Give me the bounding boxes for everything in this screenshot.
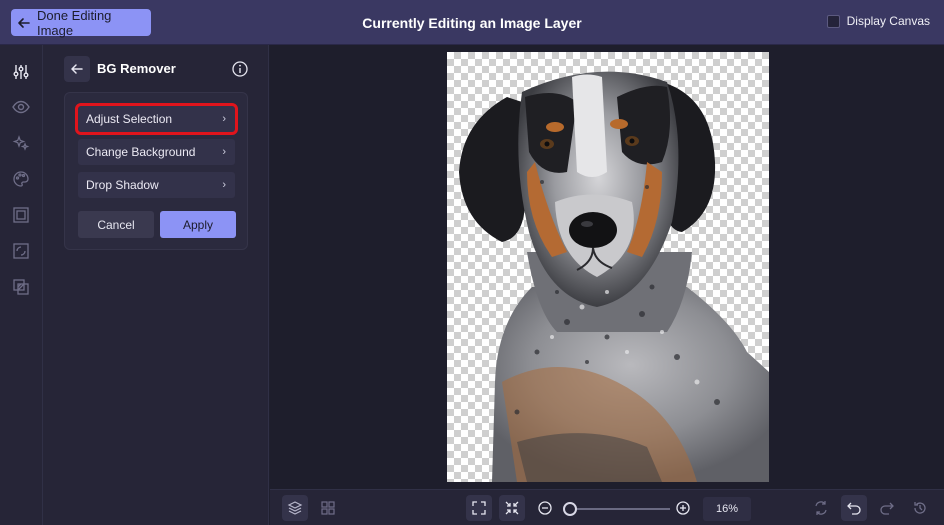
- menu-item-adjust-selection[interactable]: Adjust Selection ›: [75, 103, 238, 135]
- fit-screen-icon[interactable]: [466, 495, 492, 521]
- chevron-right-icon: ›: [222, 146, 226, 158]
- top-bar: Done Editing Image Currently Editing an …: [0, 0, 944, 45]
- info-icon[interactable]: [232, 61, 248, 77]
- menu-item-change-background[interactable]: Change Background ›: [78, 139, 235, 165]
- zoom-slider-handle[interactable]: [563, 502, 577, 516]
- apply-button[interactable]: Apply: [160, 211, 236, 238]
- sparkle-icon[interactable]: [11, 133, 31, 153]
- canvas-area[interactable]: [270, 45, 944, 489]
- display-canvas-label: Display Canvas: [846, 14, 930, 28]
- sync-icon[interactable]: [808, 495, 834, 521]
- menu-item-label: Adjust Selection: [86, 112, 173, 126]
- arrow-left-icon: [71, 64, 83, 74]
- chevron-right-icon: ›: [222, 179, 226, 191]
- menu-item-label: Drop Shadow: [86, 178, 159, 192]
- dog-image: [459, 71, 769, 482]
- zoom-out-icon[interactable]: [532, 495, 558, 521]
- menu-item-drop-shadow[interactable]: Drop Shadow ›: [78, 172, 235, 198]
- bg-remover-panel: BG Remover Adjust Selection › Change Bac…: [43, 45, 269, 525]
- panel-back-button[interactable]: [64, 56, 90, 82]
- bg-remover-options-card: Adjust Selection › Change Background › D…: [64, 92, 248, 250]
- layers-icon[interactable]: [282, 495, 308, 521]
- palette-icon[interactable]: [11, 169, 31, 189]
- bottom-toolbar: 16%: [270, 489, 944, 525]
- undo-icon[interactable]: [841, 495, 867, 521]
- done-editing-label: Done Editing Image: [36, 7, 112, 38]
- menu-item-label: Change Background: [86, 145, 196, 159]
- history-icon[interactable]: [907, 495, 933, 521]
- grid-icon[interactable]: [315, 495, 341, 521]
- arrow-left-icon: [11, 16, 37, 30]
- eye-icon[interactable]: [11, 97, 31, 117]
- adjustments-icon[interactable]: [11, 62, 31, 82]
- image-layer[interactable]: [447, 52, 769, 482]
- chevron-right-icon: ›: [222, 113, 226, 125]
- zoom-in-icon[interactable]: [670, 495, 696, 521]
- crop-frame-icon[interactable]: [11, 241, 31, 261]
- redo-icon[interactable]: [874, 495, 900, 521]
- shrink-icon[interactable]: [499, 495, 525, 521]
- display-canvas-toggle[interactable]: Display Canvas: [826, 14, 930, 28]
- zoom-slider-track[interactable]: [570, 508, 670, 510]
- frame-icon[interactable]: [11, 205, 31, 225]
- done-editing-button[interactable]: Done Editing Image: [11, 7, 151, 38]
- cancel-button[interactable]: Cancel: [78, 211, 154, 238]
- zoom-value[interactable]: 16%: [703, 497, 751, 521]
- overlay-icon[interactable]: [11, 277, 31, 297]
- panel-title: BG Remover: [97, 61, 176, 76]
- display-canvas-checkbox[interactable]: [826, 14, 840, 28]
- tool-rail: [0, 45, 43, 525]
